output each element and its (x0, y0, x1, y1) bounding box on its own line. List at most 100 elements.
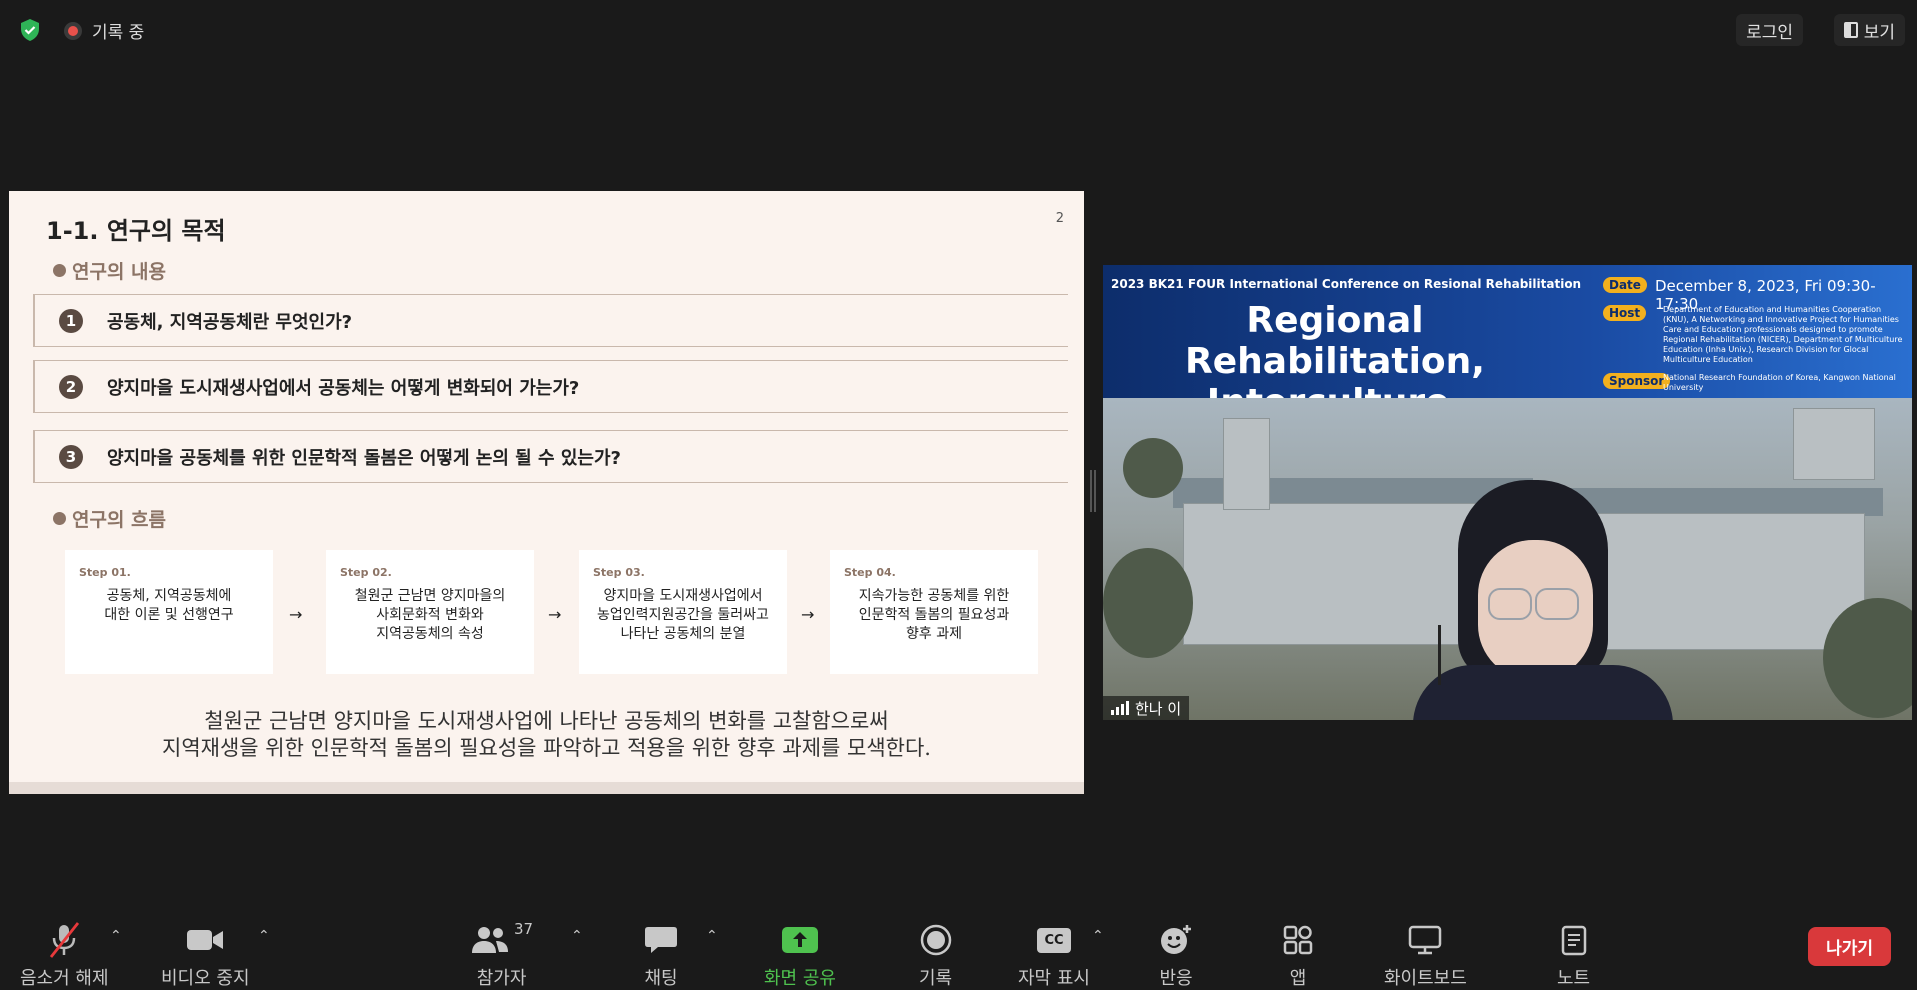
apps-button[interactable]: 앱 (1283, 920, 1313, 990)
question-number-icon: 2 (59, 374, 83, 399)
unmute-label: 음소거 해제 (20, 968, 109, 989)
chevron-up-icon[interactable]: ⌃ (1092, 928, 1104, 944)
section-heading-label: 연구의 흐름 (72, 509, 167, 531)
chat-button[interactable]: 채팅 (644, 920, 678, 990)
slide-summary: 철원군 근남면 양지마을 도시재생사업에 나타난 공동체의 변화를 고찰함으로써… (9, 708, 1084, 762)
reaction-emoji-icon (1159, 920, 1193, 960)
section-heading-content: 연구의 내용 (53, 257, 166, 284)
step-box: Step 03. 양지마을 도시재생사업에서 농업인력지원공간을 둘러싸고 나타… (579, 550, 787, 674)
slide-footer-band (9, 782, 1084, 794)
shared-slide: 1-1. 연구의 목적 2 연구의 내용 1 공동체, 지역공동체란 무엇인가?… (9, 191, 1084, 794)
chat-label: 채팅 (644, 968, 678, 989)
chevron-up-icon[interactable]: ⌃ (258, 928, 270, 944)
participants-icon: 37 (470, 920, 533, 960)
section-heading-flow: 연구의 흐름 (53, 505, 166, 532)
record-icon (920, 920, 952, 960)
participant-name-tag: 한나 이 (1103, 696, 1190, 720)
question-number-icon: 1 (59, 308, 83, 333)
apps-icon (1283, 920, 1313, 960)
participants-label: 참가자 (476, 968, 527, 989)
recording-indicator[interactable]: 기록 중 (64, 18, 144, 43)
bullet-icon (53, 512, 66, 525)
participants-button[interactable]: 37 참가자 (470, 920, 533, 990)
share-screen-button[interactable]: 화면 공유 (764, 920, 836, 990)
summary-line: 철원군 근남면 양지마을 도시재생사업에 나타난 공동체의 변화를 고찰함으로써 (204, 709, 889, 733)
record-label: 기록 (919, 968, 953, 989)
section-heading-label: 연구의 내용 (72, 261, 167, 283)
login-button[interactable]: 로그인 (1736, 14, 1803, 46)
record-button[interactable]: 기록 (919, 920, 952, 990)
participant-glasses (1535, 588, 1579, 620)
security-shield-icon[interactable] (18, 18, 42, 42)
banner-title-line: Regional Rehabilitation, (1185, 300, 1485, 382)
view-layout-icon (1843, 22, 1858, 38)
slide-title: 1-1. 연구의 목적 (46, 217, 226, 245)
participant-body (1413, 665, 1673, 720)
step-box: Step 02. 철원군 근남면 양지마을의 사회문화적 변화와 지역공동체의 … (326, 550, 534, 674)
closed-captions-icon: CC (1037, 920, 1071, 960)
question-number-icon: 3 (59, 444, 83, 469)
step-box: Step 04. 지속가능한 공동체를 위한 인문학적 돌봄의 필요성과 향후 … (830, 550, 1038, 674)
chevron-up-icon[interactable]: ⌃ (110, 928, 122, 944)
whiteboard-button[interactable]: 화이트보드 (1384, 920, 1467, 990)
captions-button[interactable]: CC 자막 표시 (1018, 920, 1090, 990)
question-text: 양지마을 공동체를 위한 인문학적 돌봄은 어떻게 논의 될 수 있는가? (107, 447, 621, 469)
whiteboard-icon (1408, 920, 1442, 960)
view-label: 보기 (1863, 22, 1895, 43)
notes-icon (1560, 920, 1588, 960)
apps-label: 앱 (1289, 968, 1307, 989)
question-row: 1 공동체, 지역공동체란 무엇인가? (33, 294, 1068, 347)
step-label: Step 03. (593, 566, 645, 579)
arrow-icon: → (548, 605, 562, 624)
cc-icon-text: CC (1037, 927, 1071, 953)
step-label: Step 04. (844, 566, 896, 579)
question-text: 공동체, 지역공동체란 무엇인가? (107, 311, 353, 333)
banner-date-tag: Date (1603, 277, 1647, 293)
notes-label: 노트 (1557, 968, 1591, 989)
headset-mic (1438, 625, 1441, 685)
bullet-icon (53, 264, 66, 277)
participant-glasses (1488, 588, 1532, 620)
participant-video-tile[interactable]: 2023 BK21 FOUR International Conference … (1103, 265, 1912, 720)
step-text: 철원군 근남면 양지마을의 사회문화적 변화와 지역공동체의 속성 (354, 588, 506, 642)
meeting-toolbar: 음소거 해제 ⌃ 비디오 중지 ⌃ 37 참가자 ⌃ 채팅 ⌃ 화면 공유 기록… (0, 900, 1917, 990)
banner-host-tag: Host (1603, 305, 1647, 321)
notes-button[interactable]: 노트 (1557, 920, 1590, 990)
chevron-up-icon[interactable]: ⌃ (571, 928, 583, 944)
question-text: 양지마을 도시재생사업에서 공동체는 어떻게 변화되어 가는가? (107, 377, 580, 399)
view-button[interactable]: 보기 (1833, 14, 1905, 46)
summary-line: 지역재생을 위한 인문학적 돌봄의 필요성을 파악하고 적용을 위한 향후 과제… (162, 736, 931, 760)
step-text: 지속가능한 공동체를 위한 인문학적 돌봄의 필요성과 향후 과제 (858, 588, 1010, 642)
step-label: Step 02. (340, 566, 392, 579)
step-label: Step 01. (79, 566, 131, 579)
arrow-icon: → (801, 605, 815, 624)
connection-signal-icon (1111, 701, 1129, 715)
chevron-up-icon[interactable]: ⌃ (706, 928, 718, 944)
banner-sponsor: National Research Foundation of Korea, K… (1663, 373, 1896, 392)
whiteboard-label: 화이트보드 (1384, 968, 1467, 989)
login-label: 로그인 (1746, 22, 1793, 43)
muted-microphone-icon (47, 920, 81, 960)
participant-name: 한나 이 (1135, 699, 1182, 718)
stop-video-button[interactable]: 비디오 중지 (161, 920, 250, 990)
recording-label: 기록 중 (92, 23, 145, 43)
virtual-background-banner: 2023 BK21 FOUR International Conference … (1103, 265, 1912, 464)
reactions-button[interactable]: 반응 (1159, 920, 1193, 990)
step-text: 공동체, 지역공동체에 대한 이론 및 선행연구 (104, 588, 234, 623)
slide-page-number: 2 (1055, 211, 1064, 226)
participant-count: 37 (514, 920, 534, 938)
share-screen-icon (781, 920, 819, 960)
step-box: Step 01. 공동체, 지역공동체에 대한 이론 및 선행연구 (65, 550, 273, 674)
leave-meeting-button[interactable]: 나가기 (1808, 927, 1891, 966)
stop-video-label: 비디오 중지 (161, 968, 250, 989)
question-row: 3 양지마을 공동체를 위한 인문학적 돌봄은 어떻게 논의 될 수 있는가? (33, 430, 1068, 483)
reactions-label: 반응 (1159, 968, 1193, 989)
banner-host: Department of Education and Humanities C… (1663, 305, 1903, 364)
captions-label: 자막 표시 (1018, 968, 1090, 989)
step-text: 양지마을 도시재생사업에서 농업인력지원공간을 둘러싸고 나타난 공동체의 분열 (597, 588, 769, 642)
split-resize-handle[interactable] (1090, 470, 1096, 512)
share-screen-label: 화면 공유 (764, 968, 836, 989)
arrow-icon: → (289, 605, 303, 624)
banner-conference-name: 2023 BK21 FOUR International Conference … (1111, 277, 1582, 291)
unmute-button[interactable]: 음소거 해제 (20, 920, 109, 990)
